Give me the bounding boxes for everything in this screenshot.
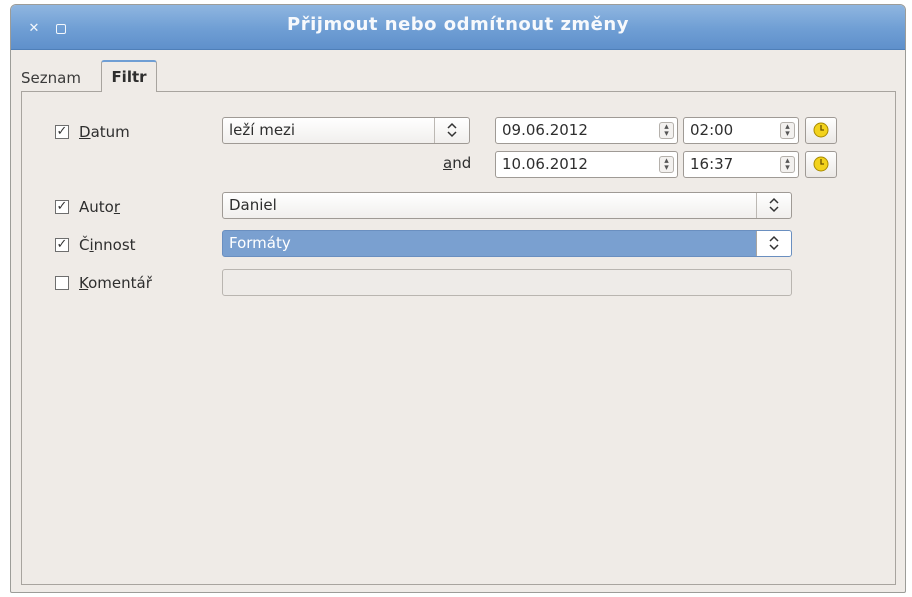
start-date-field[interactable]: 09.06.2012 ▴ ▾ — [495, 117, 678, 144]
start-date-value: 09.06.2012 — [502, 121, 588, 139]
spin-arrows-icon[interactable]: ▴ ▾ — [780, 156, 795, 173]
spin-arrows-icon[interactable]: ▴ ▾ — [659, 156, 674, 173]
tab-seznam[interactable]: Seznam — [17, 65, 85, 91]
date-label: Datum — [79, 123, 130, 141]
end-date-value: 10.06.2012 — [502, 155, 588, 173]
end-date-field[interactable]: 10.06.2012 ▴ ▾ — [495, 151, 678, 178]
author-checkbox[interactable]: ✓ — [55, 200, 69, 214]
action-value: Formáty — [229, 234, 291, 252]
spin-arrows-icon[interactable]: ▴ ▾ — [659, 122, 674, 139]
action-select[interactable]: Formáty — [222, 230, 792, 257]
end-time-value: 16:37 — [690, 155, 734, 173]
combo-arrows-icon — [756, 193, 791, 218]
tab-filtr[interactable]: Filtr — [101, 60, 157, 92]
dialog-window: ✕ Přijmout nebo odmítnout změny Seznam F… — [10, 4, 906, 593]
date-checkbox[interactable]: ✓ — [55, 125, 69, 139]
end-time-field[interactable]: 16:37 ▴ ▾ — [683, 151, 799, 178]
comment-input[interactable] — [222, 269, 792, 296]
author-select[interactable]: Daniel — [222, 192, 792, 219]
date-condition-value: leží mezi — [229, 121, 296, 139]
start-time-field[interactable]: 02:00 ▴ ▾ — [683, 117, 799, 144]
combo-arrows-icon — [756, 231, 791, 256]
action-checkbox[interactable]: ✓ — [55, 238, 69, 252]
start-time-clock-button[interactable] — [805, 117, 837, 144]
author-label: Autor — [79, 198, 120, 216]
start-time-value: 02:00 — [690, 121, 734, 139]
window-title: Přijmout nebo odmítnout změny — [287, 14, 629, 35]
end-time-clock-button[interactable] — [805, 151, 837, 178]
spin-arrows-icon[interactable]: ▴ ▾ — [780, 122, 795, 139]
title-bar[interactable]: ✕ Přijmout nebo odmítnout změny — [11, 5, 905, 50]
clock-icon — [813, 122, 829, 138]
and-label: and — [443, 154, 472, 172]
comment-label: Komentář — [79, 274, 152, 292]
author-value: Daniel — [229, 196, 277, 214]
clock-icon — [813, 156, 829, 172]
date-condition-select[interactable]: leží mezi — [222, 117, 470, 144]
comment-checkbox[interactable] — [55, 276, 69, 290]
action-label: Činnost — [79, 236, 136, 254]
filter-panel: ✓ Datum leží mezi 09.06.2012 ▴ ▾ 02:00 ▴ ▾… — [21, 91, 896, 585]
combo-arrows-icon — [434, 118, 469, 143]
